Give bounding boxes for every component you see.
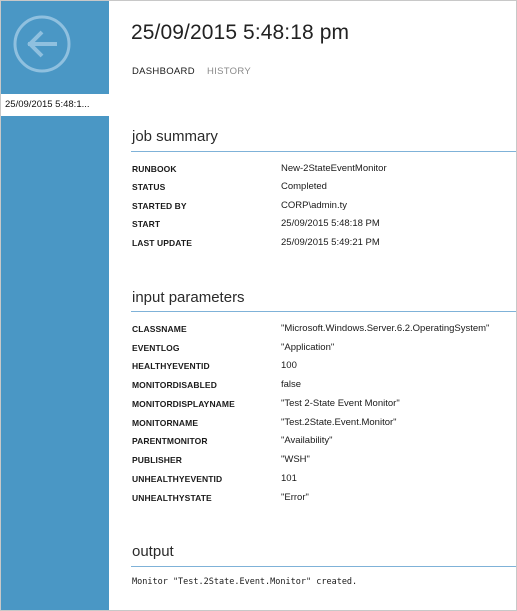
- last-update-value: 25/09/2015 5:49:21 PM: [281, 237, 380, 248]
- param-label: UNHEALTHYSTATE: [132, 493, 212, 503]
- section-divider: [131, 311, 516, 312]
- started-by-value: CORP\admin.ty: [281, 200, 347, 211]
- param-value: "Availability": [281, 435, 333, 446]
- start-label: START: [132, 219, 161, 229]
- param-value: 101: [281, 473, 297, 484]
- sidebar: 25/09/2015 5:48:1...: [1, 1, 109, 610]
- param-value: "Test 2-State Event Monitor": [281, 398, 400, 409]
- sidebar-item-job[interactable]: 25/09/2015 5:48:1...: [1, 94, 109, 116]
- param-value: 100: [281, 360, 297, 371]
- param-value: "Application": [281, 342, 335, 353]
- param-value: "Microsoft.Windows.Server.6.2.OperatingS…: [281, 323, 490, 334]
- app-window: 25/09/2015 5:48:1... 25/09/2015 5:48:18 …: [0, 0, 517, 611]
- param-label: PARENTMONITOR: [132, 436, 208, 446]
- output-heading: output: [132, 543, 174, 560]
- job-summary-heading: job summary: [132, 128, 218, 145]
- last-update-label: LAST UPDATE: [132, 238, 192, 248]
- param-label: CLASSNAME: [132, 324, 187, 334]
- param-value: false: [281, 379, 302, 390]
- param-value: "Error": [281, 492, 309, 503]
- start-value: 25/09/2015 5:48:18 PM: [281, 218, 380, 229]
- param-label: MONITORNAME: [132, 418, 199, 428]
- param-label: HEALTHYEVENTID: [132, 361, 210, 371]
- runbook-label: RUNBOOK: [132, 164, 177, 174]
- section-divider: [131, 566, 516, 567]
- page-title: 25/09/2015 5:48:18 pm: [131, 21, 350, 44]
- status-value: Completed: [281, 181, 327, 192]
- output-text: Monitor "Test.2State.Event.Monitor" crea…: [132, 577, 358, 587]
- back-arrow-circle-icon: [13, 15, 71, 73]
- main-content: 25/09/2015 5:48:18 pm DASHBOARD HISTORY …: [109, 1, 516, 610]
- tab-history[interactable]: HISTORY: [207, 66, 251, 77]
- param-value: "Test.2State.Event.Monitor": [281, 417, 397, 428]
- started-by-label: STARTED BY: [132, 201, 187, 211]
- param-label: MONITORDISABLED: [132, 380, 217, 390]
- runbook-value: New-2StateEventMonitor: [281, 163, 387, 174]
- param-label: PUBLISHER: [132, 455, 183, 465]
- param-label: MONITORDISPLAYNAME: [132, 399, 235, 409]
- param-label: UNHEALTHYEVENTID: [132, 474, 223, 484]
- input-parameters-heading: input parameters: [132, 289, 245, 306]
- tab-dashboard[interactable]: DASHBOARD: [132, 66, 195, 77]
- param-label: EVENTLOG: [132, 343, 180, 353]
- status-label: STATUS: [132, 182, 166, 192]
- param-value: "WSH": [281, 454, 310, 465]
- back-button[interactable]: [13, 15, 71, 73]
- section-divider: [131, 151, 516, 152]
- sidebar-item-label: 25/09/2015 5:48:1...: [5, 99, 90, 110]
